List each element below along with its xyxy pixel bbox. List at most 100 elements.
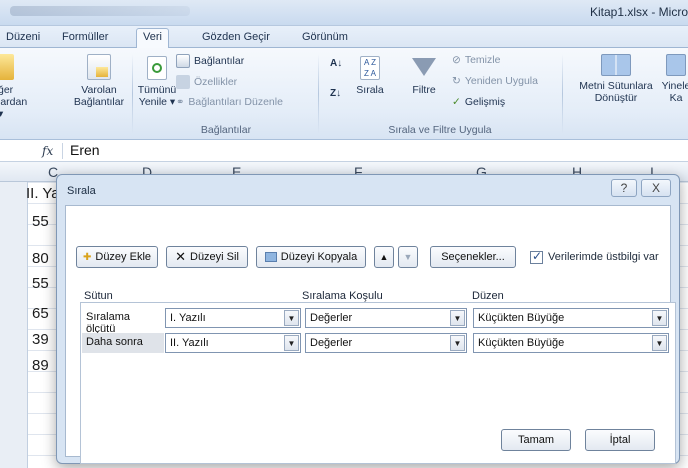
help-button[interactable]: ? — [611, 179, 637, 197]
sort-az-button[interactable]: A↓ — [330, 58, 342, 69]
tab-review[interactable]: Gözden Geçir — [196, 29, 276, 48]
function-icon[interactable]: fx — [42, 144, 53, 158]
reapply-button[interactable]: ↻ Yeniden Uygula — [452, 75, 538, 87]
delete-level-label: Düzeyi Sil — [190, 251, 239, 263]
cancel-button[interactable]: İptal — [585, 429, 655, 451]
text-to-columns-label-2: Dönüştür — [594, 92, 638, 104]
sort-ascending-icon: A↓ — [330, 58, 343, 69]
chevron-down-icon[interactable]: ▼ — [284, 310, 299, 326]
clear-filter-icon: ⊘ — [452, 54, 461, 66]
move-down-button[interactable]: ▼ — [398, 246, 418, 268]
connections-label: Bağlantılar — [194, 55, 245, 67]
blurred-toolbar — [10, 6, 190, 16]
cell-value[interactable]: 89 — [32, 357, 49, 374]
close-button[interactable]: X — [641, 179, 671, 197]
remove-duplicates-button[interactable]: Yinele Ka — [656, 54, 688, 104]
existing-connections-button[interactable]: Varolan Bağlantılar — [70, 54, 128, 108]
options-button[interactable]: Seçenekler... — [430, 246, 516, 268]
add-level-button[interactable]: ✚ Düzey Ekle — [76, 246, 158, 268]
has-headers-checkbox[interactable] — [530, 249, 543, 264]
clear-label: Temizle — [464, 54, 501, 66]
text-to-columns-label-1: Metni Sütunlara — [579, 80, 653, 92]
then-by-column-select[interactable]: II. Yazılı ▼ — [165, 333, 301, 353]
sort-on-value: Değerler — [310, 312, 353, 324]
link-icon: ⚭ — [176, 96, 185, 108]
text-to-columns-icon — [601, 54, 631, 76]
ok-button[interactable]: Tamam — [501, 429, 571, 451]
sort-on-select[interactable]: Değerler ▼ — [305, 308, 467, 328]
copy-level-label: Düzeyi Kopyala — [280, 251, 358, 263]
formula-input[interactable]: Eren — [70, 142, 100, 158]
arrow-down-icon: ▼ — [403, 252, 413, 262]
formula-bar: fx Eren — [0, 140, 688, 162]
connections-button[interactable]: Bağlantılar — [176, 54, 244, 68]
remove-dup-label-1: Yinele — [661, 80, 688, 92]
sort-on-value: Değerler — [310, 337, 353, 349]
ribbon-tabs: Düzeni Formüller Veri Gözden Geçir Görün… — [0, 26, 688, 49]
filter-label: Filtre — [412, 84, 436, 96]
group-sort-filter-label: Sırala ve Filtre Uygula — [388, 124, 492, 136]
refresh-label-2: Yenile ▾ — [138, 96, 176, 108]
properties-icon — [176, 75, 190, 89]
cell-header[interactable]: II. Ya — [26, 185, 60, 202]
group-separator — [132, 54, 133, 134]
delete-icon: ✕ — [175, 249, 186, 264]
cell-value[interactable]: 55 — [32, 213, 49, 230]
advanced-button[interactable]: ✓ Gelişmiş — [452, 96, 505, 108]
formula-separator — [62, 143, 63, 159]
text-to-columns-button[interactable]: Metni Sütunlara Dönüştür — [568, 54, 664, 104]
title-bar: Kitap1.xlsx - Micro — [0, 0, 688, 26]
chevron-down-icon[interactable]: ▼ — [450, 335, 465, 351]
chevron-down-icon[interactable]: ▼ — [652, 335, 667, 351]
order-value: Küçükten Büyüğe — [478, 337, 565, 349]
order-select[interactable]: Küçükten Büyüğe ▼ — [473, 333, 669, 353]
tab-view[interactable]: Görünüm — [296, 29, 354, 48]
level-label: Daha sonra — [82, 333, 164, 353]
close-icon: X — [651, 181, 660, 195]
then-by-column-value: II. Yazılı — [170, 337, 209, 349]
sort-by-column-select[interactable]: I. Yazılı ▼ — [165, 308, 301, 328]
properties-label: Özellikler — [194, 76, 238, 88]
from-other-sources-button[interactable]: ğer lardan ▾ — [0, 54, 28, 120]
level-label: Sıralama ölçütü — [86, 311, 131, 335]
move-up-button[interactable]: ▲ — [374, 246, 394, 268]
cell-value[interactable]: 65 — [32, 305, 49, 322]
properties-button[interactable]: Özellikler — [176, 75, 237, 89]
from-other-label-2: lardan ▾ — [0, 96, 28, 120]
options-label: Seçenekler... — [441, 251, 505, 263]
filter-icon — [412, 58, 436, 76]
cell-value[interactable]: 80 — [32, 250, 49, 267]
add-level-label: Düzey Ekle — [95, 251, 152, 263]
row-headers — [0, 182, 28, 468]
edit-links-button[interactable]: ⚭ Bağlantıları Düzenle — [176, 96, 283, 108]
ribbon: ğer lardan ▾ Varolan Bağlantılar Tümünü … — [0, 48, 688, 140]
sort-by-column-value: I. Yazılı — [170, 312, 206, 324]
refresh-icon — [147, 56, 167, 80]
tab-page-layout[interactable]: Düzeni — [0, 29, 46, 48]
tab-data[interactable]: Veri — [136, 28, 169, 49]
tab-formulas[interactable]: Formüller — [56, 29, 114, 48]
chevron-down-icon[interactable]: ▼ — [652, 310, 667, 326]
advanced-label: Gelişmiş — [464, 96, 506, 108]
chevron-down-icon[interactable]: ▼ — [450, 310, 465, 326]
connections-icon — [176, 54, 190, 68]
reapply-label: Yeniden Uygula — [464, 75, 538, 87]
sort-on-select[interactable]: Değerler ▼ — [305, 333, 467, 353]
sort-button[interactable]: A ZZ A Sırala — [352, 56, 388, 96]
order-value: Küçükten Büyüğe — [478, 312, 565, 324]
dialog-body: ✚ Düzey Ekle ✕ Düzeyi Sil Düzeyi Kopyala… — [65, 205, 676, 464]
clear-filter-button[interactable]: ⊘ Temizle — [452, 54, 500, 66]
order-header: Düzen — [472, 290, 504, 302]
filter-button[interactable]: Filtre — [406, 56, 442, 96]
database-icon — [0, 54, 14, 80]
copy-level-button[interactable]: Düzeyi Kopyala — [256, 246, 366, 268]
sort-za-button[interactable]: Z↓ — [330, 88, 341, 99]
chevron-down-icon[interactable]: ▼ — [284, 335, 299, 351]
group-connections-label: Bağlantılar — [200, 124, 252, 136]
cell-value[interactable]: 39 — [32, 331, 49, 348]
cell-value[interactable]: 55 — [32, 275, 49, 292]
refresh-all-button[interactable]: Tümünü Yenile ▾ — [134, 56, 180, 108]
remove-duplicates-icon — [666, 54, 686, 76]
delete-level-button[interactable]: ✕ Düzeyi Sil — [166, 246, 248, 268]
order-select[interactable]: Küçükten Büyüğe ▼ — [473, 308, 669, 328]
